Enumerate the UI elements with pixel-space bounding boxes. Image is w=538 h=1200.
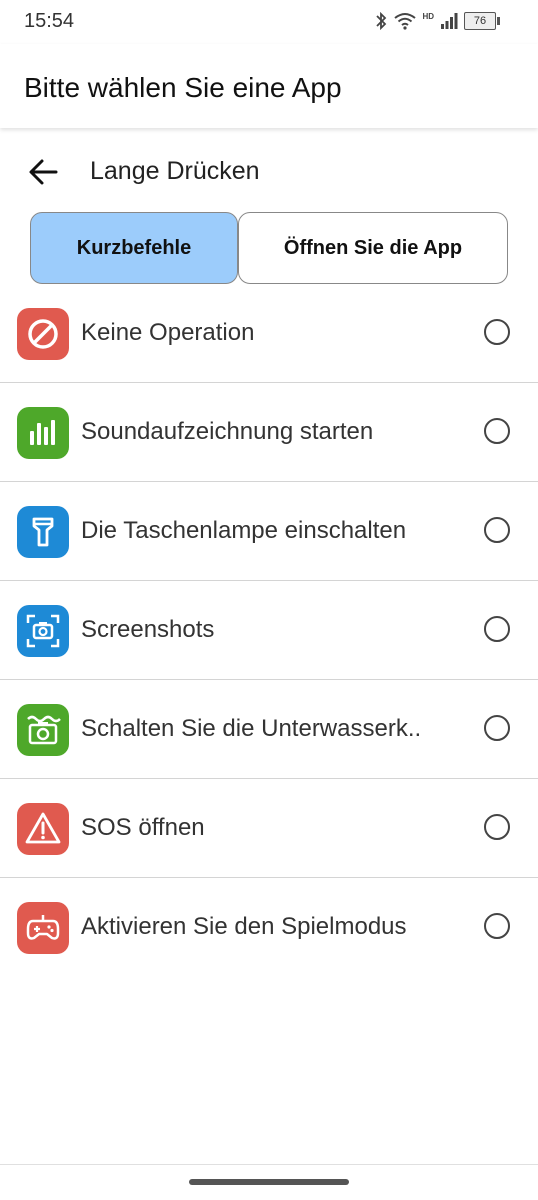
network-hd-label: HD xyxy=(422,11,434,21)
tab-kurzbefehle[interactable]: Kurzbefehle xyxy=(30,212,238,284)
option-label: Aktivieren Sie den Spielmodus xyxy=(81,913,407,940)
tab-open-app[interactable]: Öffnen Sie die App xyxy=(238,212,508,284)
option-label: Schalten Sie die Unterwasserk.. xyxy=(81,715,422,742)
back-button[interactable] xyxy=(24,152,64,192)
list-item[interactable]: Aktivieren Sie den Spielmodus xyxy=(0,878,538,976)
status-icons: HD 76 xyxy=(374,11,500,30)
option-radio[interactable] xyxy=(484,418,510,444)
option-label: Keine Operation xyxy=(81,319,255,346)
list-item[interactable]: Keine Operation xyxy=(0,284,538,383)
option-radio[interactable] xyxy=(484,616,510,642)
option-label: Screenshots xyxy=(81,616,215,643)
battery-icon: 76 xyxy=(464,12,500,30)
page-title: Lange Drücken xyxy=(90,157,260,185)
option-label: Soundaufzeichnung starten xyxy=(81,418,374,445)
sound-bars-icon xyxy=(17,407,69,459)
list-item[interactable]: Schalten Sie die Unterwasserk.. xyxy=(0,680,538,779)
list-item[interactable]: Soundaufzeichnung starten xyxy=(0,383,538,482)
list-item[interactable]: SOS öffnen xyxy=(0,779,538,878)
screenshot-camera-icon xyxy=(17,605,69,657)
option-radio[interactable] xyxy=(484,814,510,840)
app-title: Bitte wählen Sie eine App xyxy=(24,72,342,103)
warning-triangle-icon xyxy=(17,803,69,855)
home-indicator[interactable] xyxy=(189,1179,349,1185)
app-header: Bitte wählen Sie eine App xyxy=(0,44,538,128)
divider xyxy=(0,1164,538,1165)
prohibited-icon xyxy=(17,308,69,360)
status-time: 15:54 xyxy=(24,10,75,32)
option-radio[interactable] xyxy=(484,715,510,741)
wifi-icon xyxy=(394,13,417,30)
list-item[interactable]: Die Taschenlampe einschalten xyxy=(0,482,538,581)
option-label: SOS öffnen xyxy=(81,814,205,841)
list-item[interactable]: Screenshots xyxy=(0,581,538,680)
nav-row: Lange Drücken xyxy=(0,140,538,204)
option-label: Die Taschenlampe einschalten xyxy=(81,517,407,544)
status-bar: 15:54 HD 76 xyxy=(0,0,538,44)
underwater-camera-icon xyxy=(17,704,69,756)
bluetooth-icon xyxy=(376,12,387,30)
options-list: Keine Operation Soundaufzeichnung starte… xyxy=(0,284,538,976)
option-radio[interactable] xyxy=(484,319,510,345)
signal-icon xyxy=(441,13,458,29)
option-radio[interactable] xyxy=(484,517,510,543)
option-radio[interactable] xyxy=(484,913,510,939)
gamepad-icon xyxy=(17,902,69,954)
arrow-left-icon xyxy=(29,159,58,185)
flashlight-icon xyxy=(17,506,69,558)
